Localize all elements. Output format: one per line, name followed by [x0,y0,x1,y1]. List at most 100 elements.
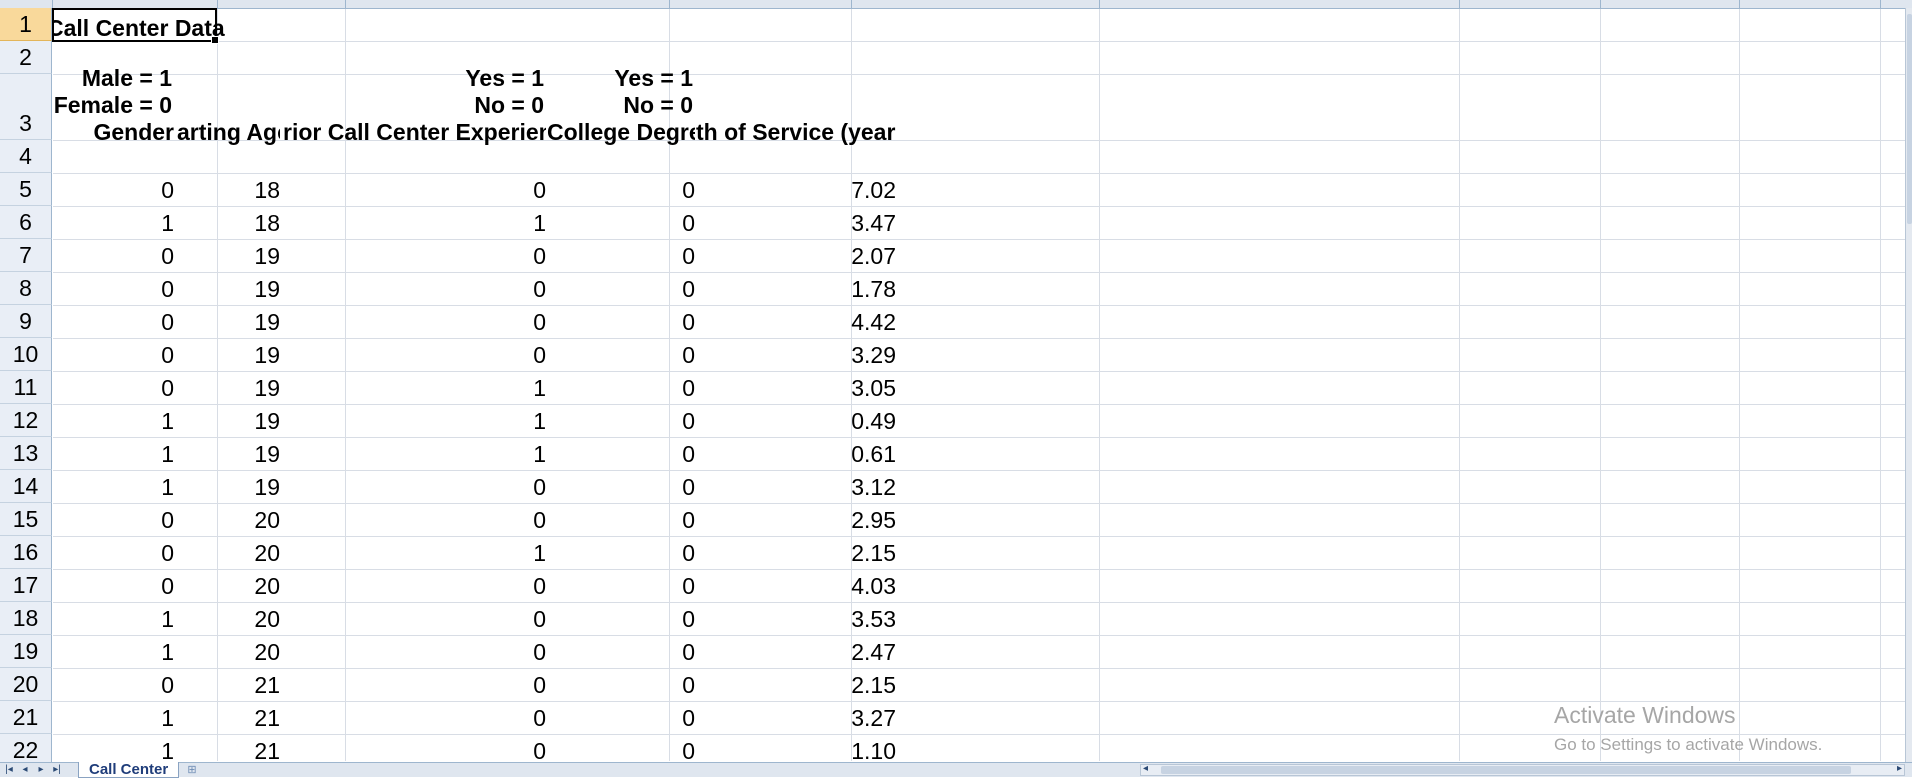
cell-college-degree[interactable]: 0 [605,374,695,402]
cell-gender[interactable]: 1 [84,473,174,501]
first-sheet-icon[interactable]: |◂ [2,763,16,777]
cell-prior-experience[interactable]: 0 [456,275,546,303]
row-header-12[interactable]: 12 [0,404,52,437]
cell-length-of-service[interactable]: 3.05 [806,374,896,402]
cell-college-degree[interactable]: 0 [605,605,695,633]
header-starting-age[interactable]: arting Age [177,118,280,146]
gender-legend-female[interactable]: Female = 0 [53,91,172,119]
cell-college-degree[interactable]: 0 [605,506,695,534]
cell-starting-age[interactable]: 20 [190,638,280,666]
row-header-18[interactable]: 18 [0,602,52,635]
cell-gender[interactable]: 1 [84,407,174,435]
row-header-13[interactable]: 13 [0,437,52,470]
cell-starting-age[interactable]: 18 [190,209,280,237]
cell-college-degree[interactable]: 0 [605,473,695,501]
cell-prior-experience[interactable]: 0 [456,506,546,534]
cell-college-degree[interactable]: 0 [605,341,695,369]
row-header-17[interactable]: 17 [0,569,52,602]
cell-gender[interactable]: 1 [84,605,174,633]
cell-college-degree[interactable]: 0 [605,440,695,468]
cell-college-degree[interactable]: 0 [605,671,695,699]
vertical-scrollbar[interactable] [1905,8,1912,762]
experience-legend-no[interactable]: No = 0 [282,91,544,119]
cell-starting-age[interactable]: 20 [190,605,280,633]
scroll-right-icon[interactable]: ▸ [1897,763,1902,774]
cell-college-degree[interactable]: 0 [605,572,695,600]
cell-gender[interactable]: 0 [84,275,174,303]
row-header-6[interactable]: 6 [0,206,52,239]
cell-prior-experience[interactable]: 1 [456,374,546,402]
cell-gender[interactable]: 0 [84,572,174,600]
column-header-separator[interactable] [1739,0,1740,8]
cell-length-of-service[interactable]: 1.10 [806,737,896,761]
row-header-8[interactable]: 8 [0,272,52,305]
row-header-19[interactable]: 19 [0,635,52,668]
cell-starting-age[interactable]: 19 [190,242,280,270]
cell-starting-age[interactable]: 20 [190,539,280,567]
last-sheet-icon[interactable]: ▸| [50,763,64,777]
cell-starting-age[interactable]: 19 [190,341,280,369]
cell-gender[interactable]: 1 [84,737,174,761]
cell-starting-age[interactable]: 19 [190,275,280,303]
cell-starting-age[interactable]: 19 [190,308,280,336]
cell-length-of-service[interactable]: 2.15 [806,539,896,567]
cell-prior-experience[interactable]: 0 [456,671,546,699]
row-header-20[interactable]: 20 [0,668,52,701]
cell-gender[interactable]: 0 [84,242,174,270]
header-length-of-service[interactable]: th of Service (years) [696,118,896,146]
cell-length-of-service[interactable]: 4.42 [806,308,896,336]
cell-gender[interactable]: 1 [84,704,174,732]
cell-gender[interactable]: 0 [84,308,174,336]
cell-starting-age[interactable]: 19 [190,473,280,501]
next-sheet-icon[interactable]: ▸ [34,763,48,777]
select-all-corner[interactable] [0,0,53,8]
column-header-separator[interactable] [1099,0,1100,8]
header-gender[interactable]: Gender [53,118,174,146]
column-header-separator[interactable] [669,0,670,8]
cell-college-degree[interactable]: 0 [605,176,695,204]
cell-starting-age[interactable]: 21 [190,671,280,699]
cell-gender[interactable]: 0 [84,671,174,699]
column-header-separator[interactable] [1600,0,1601,8]
row-header-3[interactable]: 3 [0,74,52,140]
cell-prior-experience[interactable]: 0 [456,605,546,633]
row-header-4[interactable]: 4 [0,140,52,173]
column-header-separator[interactable] [851,0,852,8]
column-header-separator[interactable] [1880,0,1881,8]
cell-prior-experience[interactable]: 0 [456,341,546,369]
scroll-left-icon[interactable]: ◂ [1143,763,1148,774]
cell-prior-experience[interactable]: 0 [456,737,546,761]
cell-length-of-service[interactable]: 0.49 [806,407,896,435]
cell-prior-experience[interactable]: 0 [456,704,546,732]
vertical-scroll-thumb[interactable] [1907,14,1912,224]
cell-prior-experience[interactable]: 0 [456,308,546,336]
fill-handle[interactable] [211,36,219,44]
cell-gender[interactable]: 1 [84,638,174,666]
column-header-separator[interactable] [345,0,346,8]
cell-gender[interactable]: 0 [84,506,174,534]
column-header-separator[interactable] [1459,0,1460,8]
cell-prior-experience[interactable]: 0 [456,572,546,600]
cell-starting-age[interactable]: 18 [190,176,280,204]
degree-legend-no[interactable]: No = 0 [547,91,693,119]
row-header-16[interactable]: 16 [0,536,52,569]
cell-length-of-service[interactable]: 3.29 [806,341,896,369]
column-header-separator[interactable] [217,0,218,8]
row-header-15[interactable]: 15 [0,503,52,536]
row-header-14[interactable]: 14 [0,470,52,503]
row-header-9[interactable]: 9 [0,305,52,338]
cell-prior-experience[interactable]: 1 [456,407,546,435]
cell-prior-experience[interactable]: 1 [456,539,546,567]
degree-legend-yes[interactable]: Yes = 1 [547,64,693,92]
horizontal-scroll-thumb[interactable] [1161,766,1851,774]
cell-gender[interactable]: 0 [84,176,174,204]
experience-legend-yes[interactable]: Yes = 1 [282,64,544,92]
cell-length-of-service[interactable]: 1.78 [806,275,896,303]
horizontal-scrollbar[interactable]: ◂ ▸ [1140,763,1905,776]
gender-legend-male[interactable]: Male = 1 [53,64,172,92]
cell-length-of-service[interactable]: 7.02 [806,176,896,204]
column-header-bar[interactable] [0,0,1912,9]
row-header-2[interactable]: 2 [0,41,52,74]
cell-prior-experience[interactable]: 0 [456,473,546,501]
row-header-10[interactable]: 10 [0,338,52,371]
